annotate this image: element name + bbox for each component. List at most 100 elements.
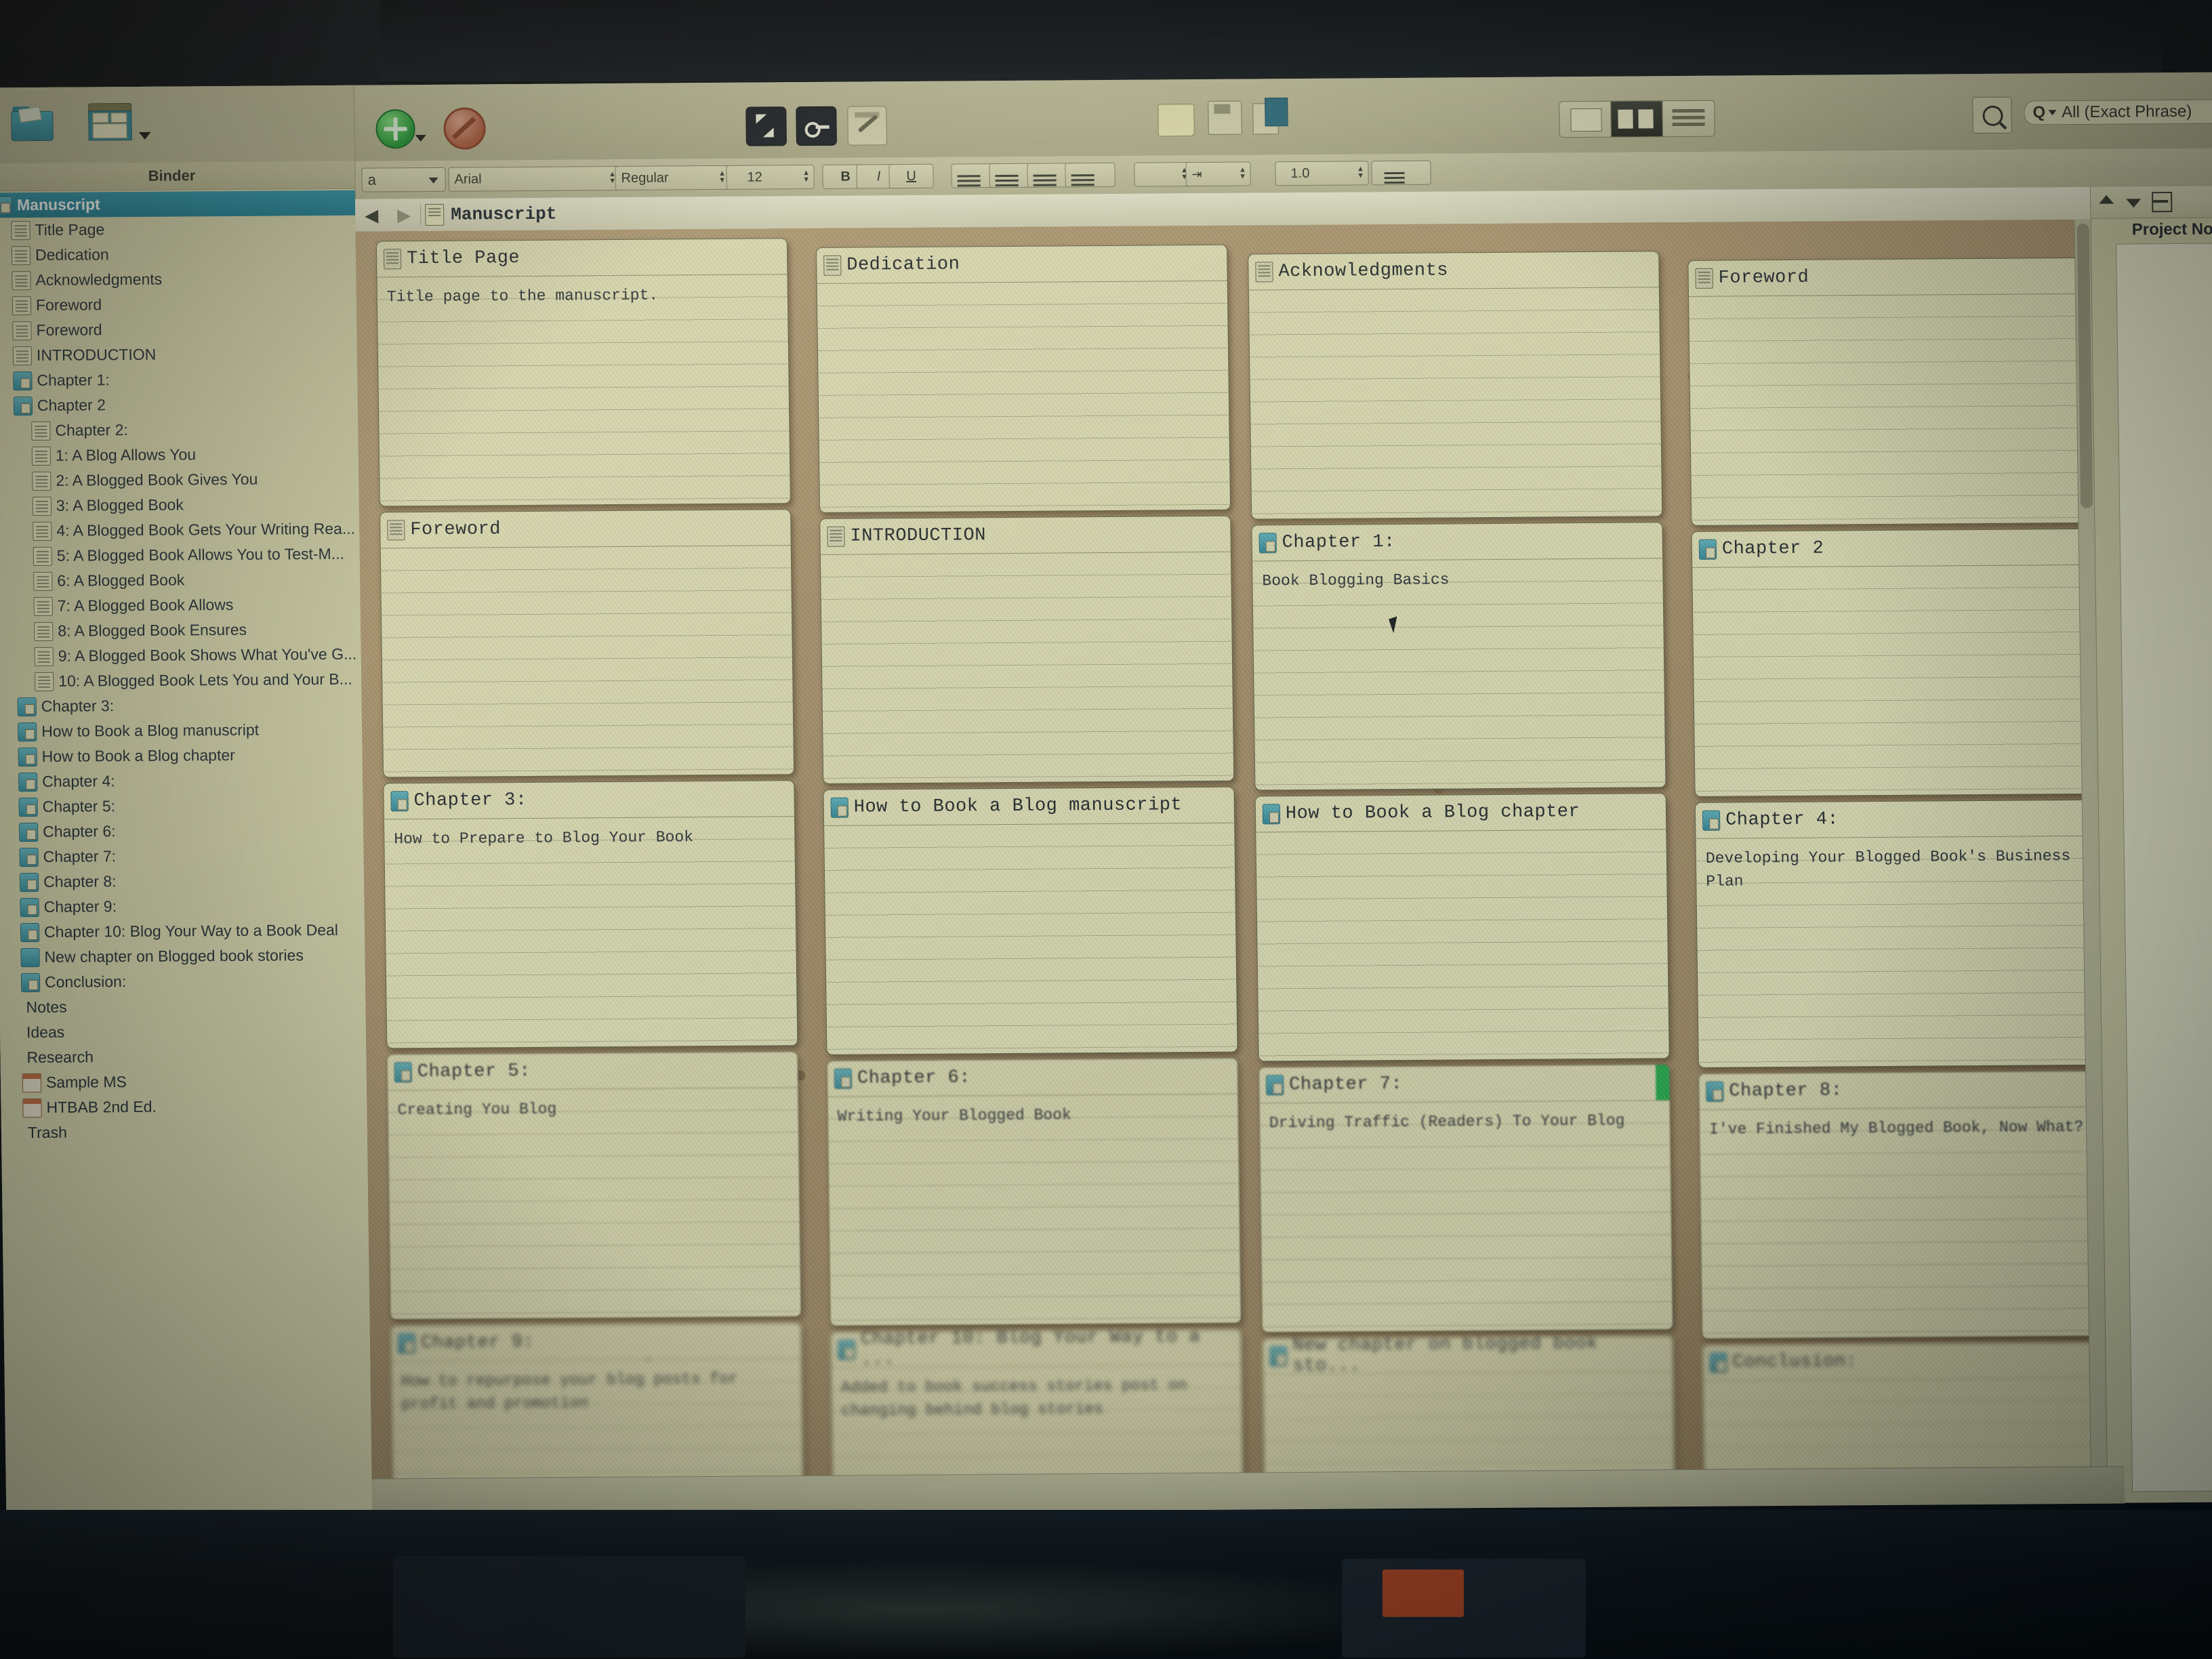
binder-item-chapter-3[interactable]: Chapter 3: (0, 692, 362, 720)
font-size-select[interactable]: 12 ▲ ▼ (726, 165, 815, 190)
card-synopsis[interactable] (1692, 565, 2106, 797)
split-panel-icon[interactable] (2152, 192, 2173, 213)
binder-item-dedication[interactable]: Dedication (0, 241, 356, 268)
binder-item-chapter-10-blog-your-way-to-a-book-deal[interactable]: Chapter 10: Blog Your Way to a Book Deal (0, 918, 365, 945)
index-card[interactable]: Dedication (815, 244, 1231, 513)
view-group-button[interactable] (88, 103, 151, 141)
card-synopsis[interactable] (824, 823, 1237, 1055)
binder-item-10-a-blogged-book-lets-you-and-your-b[interactable]: 10: A Blogged Book Lets You and Your B..… (0, 667, 361, 695)
index-card[interactable]: Foreword (380, 509, 795, 778)
binder-item-chapter-2[interactable]: Chapter 2 (0, 391, 358, 419)
binder-item-notes[interactable]: Notes (0, 993, 366, 1021)
new-folder-button[interactable] (11, 106, 54, 142)
underline-button[interactable]: U (888, 163, 934, 189)
edit-button[interactable] (847, 106, 887, 146)
card-synopsis[interactable]: Book Blogging Basics (1252, 558, 1666, 791)
index-card[interactable]: Chapter 8: I've Finished My Blogged Book,… (1698, 1070, 2108, 1339)
binder-item-3-a-blogged-book[interactable]: 3: A Blogged Book (0, 491, 359, 519)
card-synopsis[interactable]: Writing Your Blogged Book (827, 1094, 1241, 1326)
card-synopsis[interactable] (1248, 287, 1662, 520)
index-card[interactable]: INTRODUCTION (819, 515, 1235, 784)
add-chevron-down-icon[interactable] (415, 135, 426, 142)
card-synopsis[interactable]: Driving Traffic (Readers) To Your Blog (1259, 1101, 1673, 1333)
index-card[interactable]: Chapter 2 (1691, 528, 2106, 797)
split-button[interactable] (745, 106, 787, 146)
index-card[interactable]: Chapter 6: Writing Your Blogged Book (826, 1057, 1242, 1326)
binder-item-7-a-blogged-book-allows[interactable]: 7: A Blogged Book Allows (0, 592, 361, 619)
index-card[interactable]: Chapter 5: Creating You Blog (386, 1051, 802, 1320)
arrow-down-icon[interactable] (2125, 193, 2142, 211)
binder-item-chapter-6[interactable]: Chapter 6: (0, 817, 363, 845)
project-notes-area[interactable] (2116, 243, 2212, 1492)
search-scope-icon-button[interactable] (1972, 96, 2012, 134)
binder-item-chapter-7[interactable]: Chapter 7: (0, 842, 364, 870)
binder-item-chapter-2[interactable]: Chapter 2: (0, 416, 359, 444)
binder-item-new-chapter-on-blogged-book-stories[interactable]: New chapter on Blogged book stories (0, 943, 365, 970)
tab-spacing-field[interactable]: ⇥ ▲ ▼ (1185, 161, 1251, 187)
index-card[interactable]: Chapter 7: Driving Traffic (Readers) To Y… (1258, 1064, 1673, 1333)
binder-item-chapter-8[interactable]: Chapter 8: (0, 867, 364, 895)
card-synopsis[interactable] (820, 552, 1234, 784)
binder-item-research[interactable]: Research (0, 1043, 366, 1071)
comment-button[interactable] (1158, 104, 1195, 137)
binder-item-chapter-5[interactable]: Chapter 5: (0, 792, 363, 820)
binder-item-foreword[interactable]: Foreword (0, 291, 356, 319)
binder-item-sample-ms[interactable]: Sample MS (1, 1068, 367, 1096)
binder-item-1-a-blog-allows-you[interactable]: 1: A Blog Allows You (0, 441, 359, 469)
card-synopsis[interactable] (1256, 830, 1669, 1062)
index-card[interactable]: Chapter 4: Developing Your Blogged Book's… (1694, 799, 2108, 1068)
keywords-button[interactable] (796, 106, 837, 146)
card-synopsis[interactable] (817, 281, 1231, 513)
line-spacing-select[interactable]: 1.0 ▲ ▼ (1275, 161, 1369, 186)
list-button[interactable] (1371, 160, 1431, 186)
card-synopsis[interactable]: How to Prepare to Blog Your Book (384, 817, 798, 1049)
binder-item-foreword[interactable]: Foreword (0, 316, 357, 344)
view-mode-document-button[interactable] (1559, 100, 1612, 138)
index-card[interactable]: Chapter 1: Book Blogging Basics (1251, 522, 1666, 791)
view-mode-corkboard-button[interactable] (1610, 100, 1664, 138)
card-synopsis[interactable] (1689, 293, 2102, 526)
binder-item-5-a-blogged-book-allows-you-to-test-m[interactable]: 5: A Blogged Book Allows You to Test-M..… (0, 541, 360, 569)
binder-item-introduction[interactable]: INTRODUCTION (0, 341, 357, 369)
binder-item-conclusion[interactable]: Conclusion: (0, 968, 365, 996)
snapshot-button[interactable] (1208, 100, 1242, 135)
font-family-select[interactable]: Arial ▲ ▼ (448, 165, 621, 192)
binder-item-acknowledgments[interactable]: Acknowledgments (0, 266, 356, 293)
binder-item-manuscript[interactable]: Manuscript (0, 190, 356, 218)
index-card[interactable]: Title Page Title page to the manuscript. (375, 238, 791, 507)
binder-item-trash[interactable]: Trash (1, 1118, 367, 1146)
index-card[interactable]: How to Book a Blog manuscript (823, 786, 1238, 1055)
binder-item-chapter-1[interactable]: Chapter 1: (0, 366, 358, 394)
corkboard[interactable]: Title Page Title page to the manuscript. D… (355, 219, 2108, 1515)
search-input[interactable]: Q All (Exact Phrase) (2024, 99, 2212, 125)
forward-button[interactable]: ▶ (388, 205, 420, 226)
paragraph-style-button[interactable]: a (361, 167, 446, 192)
search-scope-chevron-down-icon[interactable] (2048, 110, 2057, 116)
compile-button[interactable] (1252, 98, 1291, 136)
binder-item-chapter-9[interactable]: Chapter 9: (0, 893, 365, 920)
card-synopsis[interactable]: Title page to the manuscript. (377, 274, 791, 507)
binder-sidebar[interactable]: Binder Manuscript Title Page Dedication Ack… (0, 161, 373, 1518)
card-synopsis[interactable] (380, 546, 794, 778)
index-card[interactable]: Foreword (1687, 257, 2103, 526)
card-synopsis[interactable]: I've Finished My Blogged Book, Now What? (1699, 1107, 2108, 1339)
index-card[interactable]: How to Book a Blog chapter (1254, 793, 1670, 1062)
back-button[interactable]: ◀ (355, 205, 388, 226)
arrow-up-icon[interactable] (2097, 194, 2115, 211)
binder-list[interactable]: Manuscript Title Page Dedication Acknowledg… (0, 189, 367, 1146)
binder-item-title-page[interactable]: Title Page (0, 216, 356, 243)
align-justify-button[interactable] (1065, 162, 1115, 188)
binder-item-8-a-blogged-book-ensures[interactable]: 8: A Blogged Book Ensures (0, 617, 361, 644)
font-face-select[interactable]: Regular ▲ ▼ (615, 165, 731, 191)
binder-item-how-to-book-a-blog-chapter[interactable]: How to Book a Blog chapter (0, 742, 363, 770)
binder-item-ideas[interactable]: Ideas (0, 1018, 366, 1046)
binder-item-how-to-book-a-blog-manuscript[interactable]: How to Book a Blog manuscript (0, 717, 362, 745)
index-card[interactable]: Acknowledgments (1248, 251, 1663, 520)
binder-item-9-a-blogged-book-shows-what-you-ve-g[interactable]: 9: A Blogged Book Shows What You've G... (0, 642, 361, 670)
card-synopsis[interactable]: Creating You Blog (388, 1088, 801, 1320)
binder-item-chapter-4[interactable]: Chapter 4: (0, 767, 363, 795)
move-to-trash-button[interactable] (443, 107, 487, 150)
card-synopsis[interactable]: Developing Your Blogged Book's Business … (1696, 836, 2108, 1068)
binder-item-4-a-blogged-book-gets-your-writing-rea[interactable]: 4: A Blogged Book Gets Your Writing Rea.… (0, 516, 360, 544)
binder-item-htbab-2nd-ed[interactable]: HTBAB 2nd Ed. (1, 1093, 367, 1121)
